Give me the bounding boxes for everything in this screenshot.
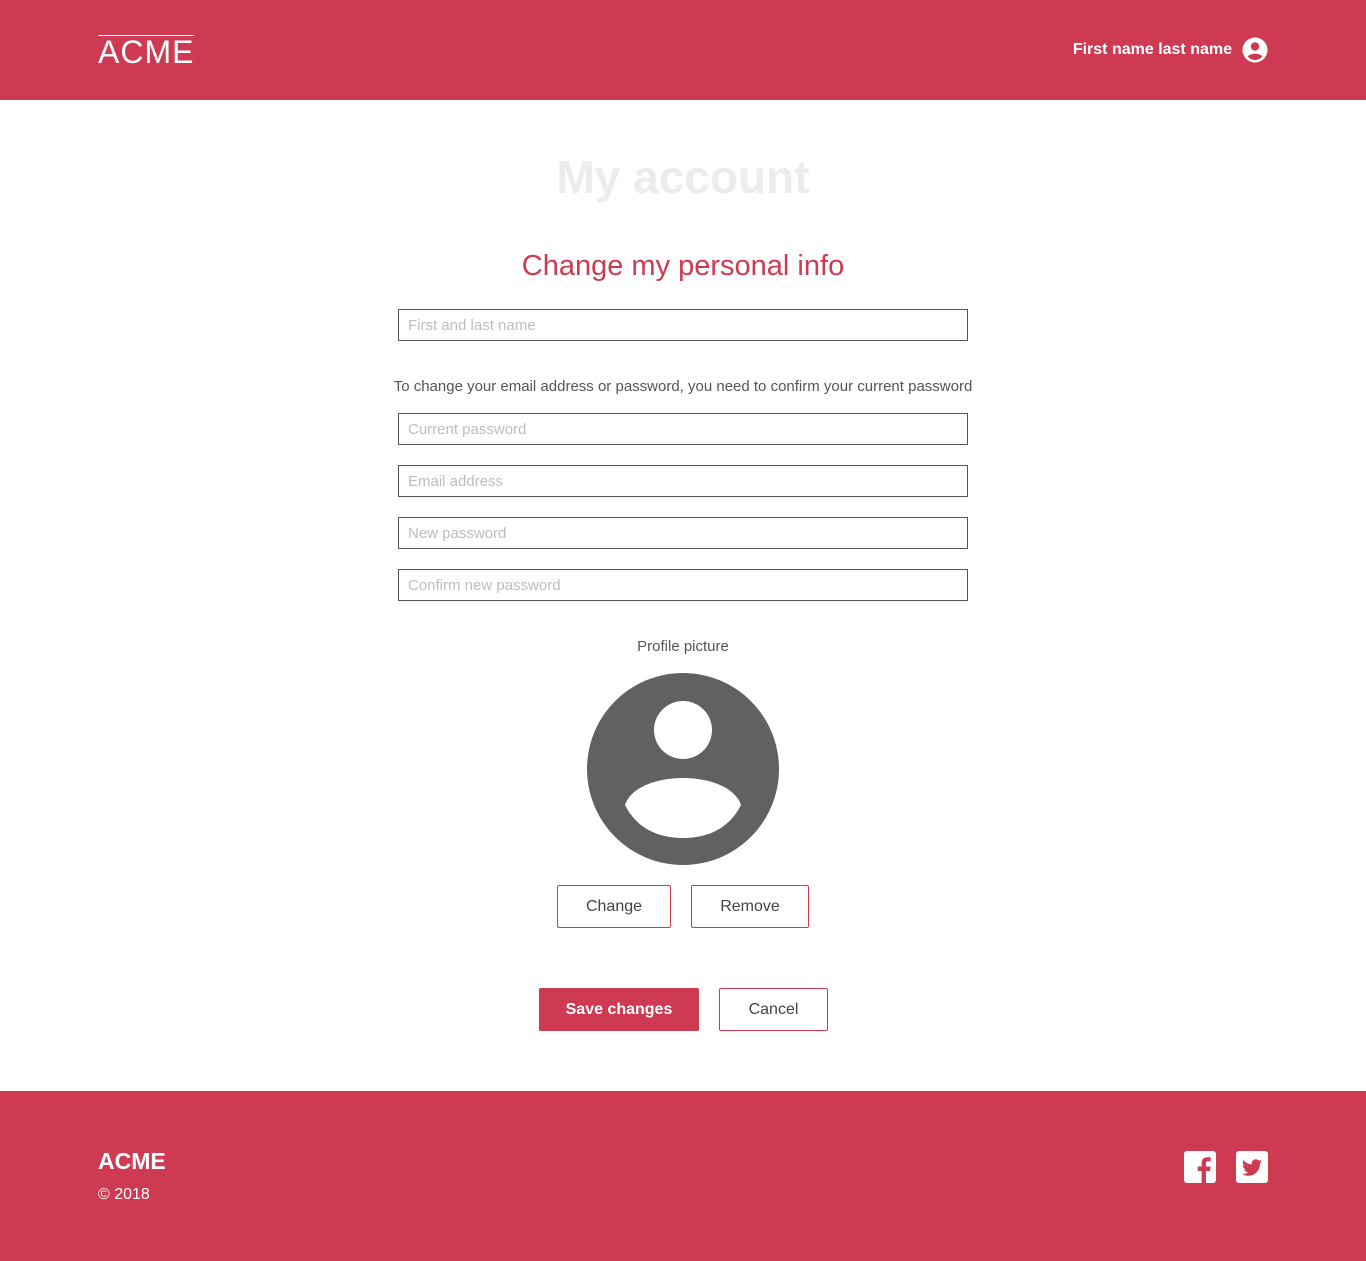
remove-picture-button[interactable]: Remove — [691, 885, 809, 928]
page-title: My account — [556, 151, 810, 203]
profile-picture-label: Profile picture — [637, 638, 729, 655]
user-menu[interactable]: First name last name — [1073, 37, 1268, 63]
account-circle-icon[interactable] — [1242, 37, 1268, 63]
name-field[interactable] — [398, 309, 968, 341]
default-avatar-icon — [587, 673, 779, 865]
save-changes-button[interactable]: Save changes — [539, 988, 699, 1031]
cancel-button[interactable]: Cancel — [719, 988, 828, 1031]
password-notice: To change your email address or password… — [393, 378, 973, 395]
site-header: ACME First name last name — [0, 0, 1366, 100]
header-logo[interactable]: ACME — [98, 35, 195, 68]
email-field[interactable] — [398, 465, 968, 497]
change-picture-button[interactable]: Change — [557, 885, 671, 928]
section-title: Change my personal info — [521, 250, 845, 282]
new-password-field[interactable] — [398, 517, 968, 549]
site-footer: ACME © 2018 — [0, 1091, 1366, 1261]
confirm-password-field[interactable] — [398, 569, 968, 601]
user-name[interactable]: First name last name — [1073, 41, 1232, 59]
twitter-icon[interactable] — [1236, 1151, 1268, 1183]
copyright: © 2018 — [98, 1186, 150, 1203]
footer-logo: ACME — [98, 1148, 166, 1174]
facebook-icon[interactable] — [1184, 1151, 1216, 1183]
current-password-field[interactable] — [398, 413, 968, 445]
